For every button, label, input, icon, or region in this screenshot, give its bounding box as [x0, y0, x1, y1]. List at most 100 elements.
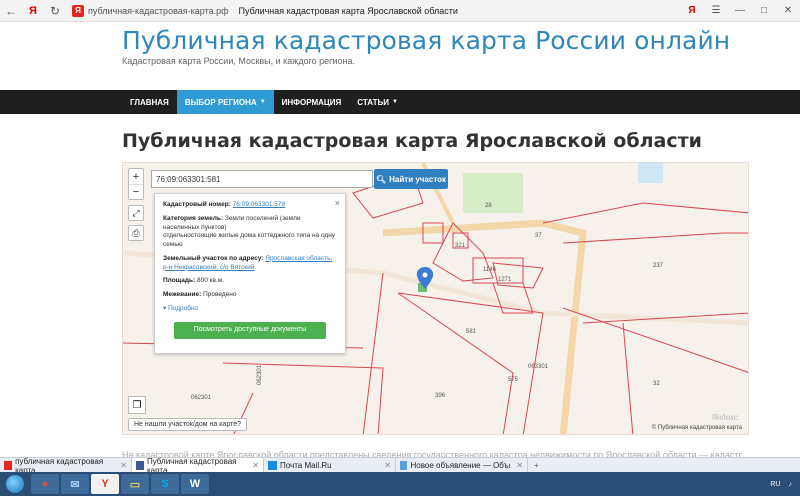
- menu-item-label: Выбор региона: [184, 97, 257, 107]
- cadastral-map[interactable]: 28 37 321 1146 1271 237 581 063301 575 3…: [122, 162, 749, 435]
- svg-text:062301: 062301: [191, 395, 212, 401]
- menu-item-articles[interactable]: Статьи ▼: [349, 90, 406, 114]
- green-area: [463, 173, 523, 213]
- tab-3[interactable]: Почта Mail.Ru ✕: [264, 458, 396, 473]
- svg-text:581: 581: [466, 329, 477, 335]
- new-tab-button[interactable]: +: [528, 458, 545, 472]
- tab-title: Почта Mail.Ru: [280, 461, 332, 470]
- back-icon[interactable]: ←: [0, 0, 22, 22]
- survey-label: Межевание:: [163, 291, 202, 299]
- minimize-icon[interactable]: —: [728, 0, 752, 22]
- taskbar: ● ✉ Y ▭ S W RU ♪: [0, 472, 800, 496]
- zoom-out-button[interactable]: −: [129, 184, 143, 199]
- yandex-browser-icon[interactable]: Y: [91, 474, 119, 494]
- chevron-down-icon: ▼: [259, 99, 266, 105]
- chrome-icon[interactable]: ●: [31, 474, 59, 494]
- chevron-down-icon: ▼: [391, 99, 398, 105]
- svg-text:37: 37: [535, 233, 542, 239]
- tab-title: Новое объявление — Объявлен: [410, 461, 510, 470]
- zoom-control: + −: [128, 168, 144, 200]
- svg-text:237: 237: [653, 263, 664, 269]
- category-row: Категория земель: Земли поселений (земли…: [163, 215, 337, 250]
- view-documents-button[interactable]: Посмотреть доступные документы: [174, 321, 326, 339]
- find-parcel-button[interactable]: 🔍︎ Найти участок: [374, 169, 448, 189]
- close-window-icon[interactable]: ✕: [776, 0, 800, 22]
- menu-icon[interactable]: ☰: [704, 0, 728, 22]
- menu-item-label: Статьи: [357, 97, 389, 107]
- volume-icon[interactable]: ♪: [789, 481, 793, 488]
- svg-text:1146: 1146: [483, 267, 497, 273]
- cadastral-number-link[interactable]: 76:09:063301:578: [233, 201, 285, 208]
- tab-4[interactable]: Новое объявление — Объявлен ✕: [396, 458, 528, 473]
- area-label: Площадь:: [163, 277, 196, 285]
- water-area: [638, 163, 663, 183]
- not-found-button[interactable]: Не нашли участок/дом на карте?: [128, 418, 247, 431]
- map-copyright: © Публичная кадастровая карта: [651, 425, 742, 431]
- reload-icon[interactable]: ↻: [44, 0, 66, 22]
- svg-text:396: 396: [435, 393, 446, 399]
- svg-text:1271: 1271: [498, 277, 512, 283]
- survey-value: Проведено: [203, 291, 237, 299]
- mail-favicon-icon: [268, 461, 277, 470]
- skype-icon[interactable]: S: [151, 474, 179, 494]
- menu-item-info[interactable]: Информация: [274, 90, 350, 114]
- address-row: Земельный участок по адресу: Ярославская…: [163, 255, 337, 273]
- tab-1[interactable]: публичная кадастровая карта ✕: [0, 457, 132, 475]
- site-subtitle: Кадастровая карта России, Москвы, и кажд…: [122, 56, 355, 66]
- address-bar-title: Публичная кадастровая карта Ярославской …: [238, 5, 458, 16]
- close-tab-icon[interactable]: ✕: [384, 461, 391, 470]
- search-icon: 🔍︎: [375, 174, 387, 184]
- close-icon[interactable]: ×: [335, 197, 340, 209]
- start-button[interactable]: [0, 472, 30, 496]
- svg-text:321: 321: [455, 243, 466, 249]
- site-header: Публичная кадастровая карта России онлай…: [0, 22, 800, 90]
- close-tab-icon[interactable]: ✕: [120, 461, 127, 470]
- address-label: Земельный участок по адресу:: [163, 254, 264, 262]
- site-title[interactable]: Публичная кадастровая карта России онлай…: [122, 26, 730, 55]
- mail-icon[interactable]: ✉: [61, 474, 89, 494]
- cadastral-search-input[interactable]: 76:09:063301:581: [151, 170, 373, 188]
- extension-icon[interactable]: Я: [680, 0, 704, 22]
- area-row: Площадь: 800 кв.м.: [163, 277, 337, 286]
- tab-2[interactable]: Публичная кадастровая карта ✕: [132, 457, 264, 475]
- usage-value: отдельностоящие жилые дома коттеджного т…: [163, 232, 336, 249]
- folder-icon[interactable]: ▭: [121, 474, 149, 494]
- cadastral-number-row: Кадастровый номер: 76:09:063301:578: [163, 201, 337, 210]
- area-value: 800 кв.м.: [196, 277, 224, 285]
- address-bar-url[interactable]: публичная-кадастровая-карта.рф: [88, 6, 229, 16]
- menu-item-label: Главная: [130, 97, 169, 107]
- layers-icon[interactable]: ❐: [128, 396, 146, 414]
- svg-text:063301: 063301: [528, 364, 549, 370]
- road: [382, 219, 587, 434]
- browser-right-icons: Я ☰ — □ ✕: [680, 0, 800, 22]
- system-tray: RU ♪: [770, 481, 800, 488]
- find-parcel-label: Найти участок: [389, 174, 447, 184]
- svg-text:28: 28: [485, 203, 492, 209]
- menu-item-home[interactable]: Главная: [122, 90, 177, 114]
- zoom-in-button[interactable]: +: [129, 169, 143, 184]
- browser-tabs: публичная кадастровая карта ✕ Публичная …: [0, 457, 800, 475]
- word-icon[interactable]: W: [181, 474, 209, 494]
- maximize-icon[interactable]: □: [752, 0, 776, 22]
- language-indicator[interactable]: RU: [770, 481, 780, 488]
- yandex-home-icon[interactable]: Я: [22, 0, 44, 22]
- ad-favicon-icon: [400, 461, 408, 470]
- survey-row: Межевание: Проведено: [163, 291, 337, 300]
- svg-text:32: 32: [653, 381, 660, 387]
- menu-item-region[interactable]: Выбор региона ▼: [176, 90, 274, 114]
- close-tab-icon[interactable]: ✕: [516, 461, 523, 470]
- browser-toolbar: ← Я ↻ Я публичная-кадастровая-карта.рф П…: [0, 0, 800, 22]
- close-tab-icon[interactable]: ✕: [252, 461, 259, 470]
- cadastral-number-label: Кадастровый номер:: [163, 201, 231, 208]
- print-icon[interactable]: ⎙: [128, 225, 144, 241]
- windows-logo-icon: [6, 475, 24, 493]
- svg-text:575: 575: [508, 377, 519, 383]
- yandex-favicon-icon: [4, 461, 13, 470]
- parcel-label: 062301: [257, 364, 263, 385]
- more-details-link[interactable]: ▾ Подробно: [163, 305, 337, 314]
- category-label: Категория земель:: [163, 214, 224, 222]
- fullscreen-icon[interactable]: ⤢: [128, 205, 144, 221]
- menu-item-label: Информация: [281, 97, 342, 107]
- yandex-logo: Яндекс: [711, 413, 738, 422]
- flag-favicon-icon: [136, 461, 144, 470]
